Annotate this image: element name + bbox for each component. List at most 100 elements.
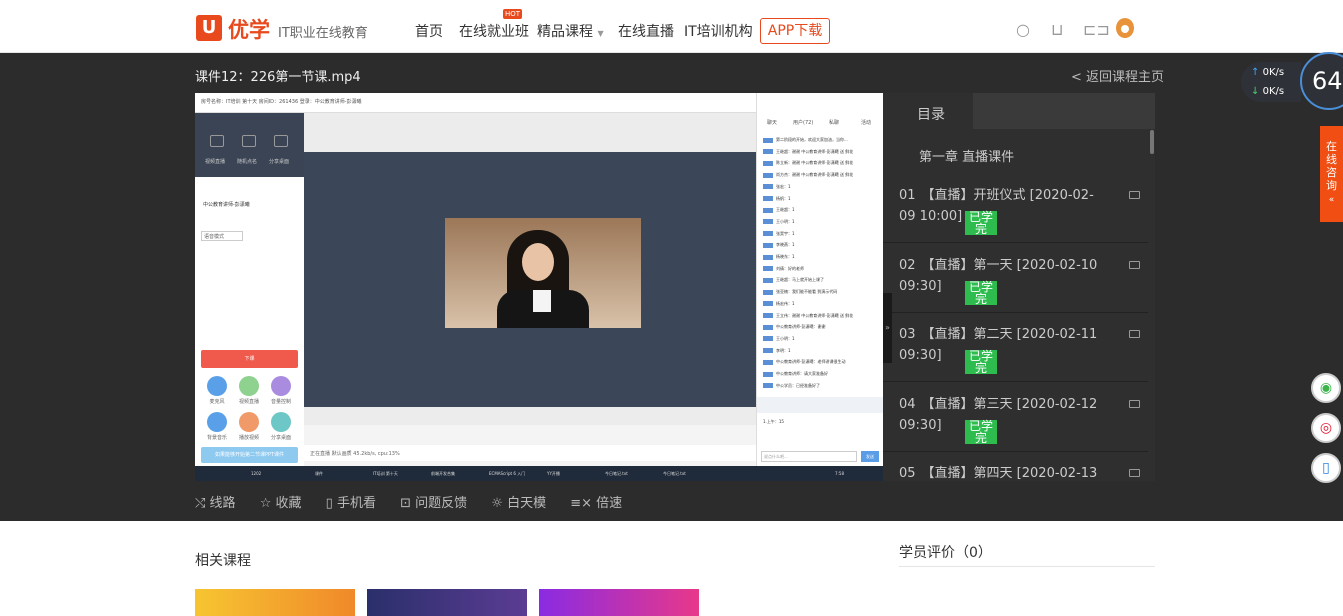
completed-badge: 已学完 — [965, 211, 997, 235]
play-video-icon — [239, 412, 259, 432]
lesson-item[interactable]: 02 【直播】第一天 [2020-02-10 09:30] 已学完 — [883, 243, 1148, 313]
course-catalog: 目录 第一章 直播课件 01 【直播】开班仪式 [2020-02-09 10:00… — [883, 93, 1155, 481]
logo-name[interactable]: 优学 — [228, 14, 270, 44]
chat-message: 陈立新：谢谢 中公教育讲师-彭潇曦 送 鲜花 — [763, 160, 881, 166]
completed-badge: 已学完 — [965, 280, 997, 305]
user-level-icon — [763, 371, 773, 377]
catalog-tabs: 目录 — [883, 93, 1155, 129]
video-player[interactable]: 房号名称：IT培训 第十天 房间ID：261436 登录：中公教育讲师-彭潇曦 … — [195, 93, 883, 481]
chat-message: 王继超：谢谢 中公教育讲师-彭潇曦 送 鲜花 — [763, 149, 881, 155]
lesson-title: 01 【直播】开班仪式 [2020-02-09 10:00] — [899, 185, 1109, 227]
user-level-icon — [763, 149, 773, 155]
nav-premium-courses[interactable]: 精品课程 ▼ — [537, 21, 604, 41]
avatar[interactable] — [1116, 18, 1134, 38]
share-screen-icon — [271, 412, 291, 432]
user-level-icon — [763, 336, 773, 342]
video-camera-icon — [1129, 260, 1140, 269]
day-mode-button[interactable]: ☼ 白天模 — [491, 496, 546, 511]
lesson-item[interactable]: 01 【直播】开班仪式 [2020-02-09 10:00] 已学完 — [883, 173, 1148, 243]
collapse-catalog-button[interactable]: » — [883, 293, 892, 363]
taskbar-clock: 7:58 — [835, 471, 844, 476]
chat-input-value: 1.上午：15 — [763, 419, 784, 424]
taskbar-item: YY开播 — [547, 471, 560, 476]
user-level-icon — [763, 266, 773, 272]
user-level-icon — [763, 277, 773, 283]
chat-message: 杨帆：1 — [763, 196, 881, 202]
lesson-title: 02 【直播】第一天 [2020-02-10 09:30] — [899, 255, 1109, 297]
user-level-icon — [763, 301, 773, 307]
route-button[interactable]: ⤭ 线路 — [195, 496, 236, 511]
chat-tab: 用户(72) — [793, 120, 814, 126]
taskbar-item: 1202 — [251, 471, 262, 476]
user-level-icon — [763, 160, 773, 166]
app-download-button[interactable]: APP下载 — [760, 18, 830, 44]
upload-speed: ↑ 0K/s — [1251, 67, 1285, 78]
user-level-icon — [763, 219, 773, 225]
hot-badge: HOT — [503, 9, 523, 19]
chat-input: 说点什么吧... — [761, 451, 857, 462]
screen-left-tabs: 视频直播 随机点名 分享桌面 — [195, 113, 304, 177]
screen-tab-label: 分享桌面 — [269, 159, 290, 165]
chat-tab: 活动 — [861, 120, 872, 126]
user-level-icon — [763, 207, 773, 213]
favorite-button[interactable]: ☆ 收藏 — [260, 496, 302, 511]
logo-mark[interactable]: U — [196, 15, 222, 41]
online-consult-button[interactable]: 在线咨询 « — [1320, 126, 1343, 222]
lesson-item[interactable]: 03 【直播】第二天 [2020-02-11 09:30] 已学完 — [883, 312, 1148, 382]
video-camera-icon — [1129, 191, 1140, 199]
chat-message: 杨宏伟：1 — [763, 301, 881, 307]
chat-message: 李晓燕：1 — [763, 242, 881, 248]
microphone-icon — [207, 376, 227, 396]
nav-employment-class[interactable]: 在线就业班 — [459, 21, 529, 41]
wechat-icon[interactable]: ◉ — [1311, 373, 1341, 403]
video-icon — [239, 376, 259, 396]
screen-status-bar: 正在直播 默认画质 45.2kb/s, cpu:13% — [304, 445, 756, 461]
lesson-item[interactable]: 05 【直播】第四天 [2020-02-13 — [883, 451, 1148, 481]
taskbar-item: 课件 — [315, 471, 323, 476]
chat-tab: 私聊 — [829, 120, 840, 126]
chat-tabs: 聊天 用户(72) 私聊 活动 — [757, 115, 883, 129]
nav-premium-label: 精品课程 — [537, 24, 593, 40]
chat-message: 李明：1 — [763, 348, 881, 354]
volume-icon — [271, 376, 291, 396]
nav-live[interactable]: 在线直播 — [618, 21, 674, 41]
user-level-icon — [763, 289, 773, 295]
logo-subtitle: IT职业在线教育 — [278, 26, 368, 41]
lesson-number: 02 — [899, 257, 916, 273]
user-level-icon — [763, 348, 773, 354]
related-courses-title: 相关课程 — [195, 553, 251, 569]
feedback-button[interactable]: ⊡ 问题反馈 — [400, 496, 467, 511]
lesson-title: 05 【直播】第四天 [2020-02-13 — [899, 463, 1109, 481]
user-level-icon — [763, 313, 773, 318]
reviews-divider — [899, 566, 1155, 567]
user-level-icon — [763, 137, 773, 143]
related-course-thumbnail[interactable] — [539, 589, 699, 616]
search-icon[interactable]: ○ — [1016, 20, 1030, 39]
catalog-scrollbar[interactable] — [1150, 130, 1154, 154]
related-course-thumbnail[interactable] — [367, 589, 527, 616]
chat-message: 王继超：1 — [763, 207, 881, 213]
chat-message: 王小明：1 — [763, 336, 881, 342]
weibo-icon[interactable]: ◎ — [1311, 413, 1341, 443]
video-camera-icon — [1129, 469, 1140, 477]
screen-ppt-button: 如果能够开始第二节课PPT课件 — [201, 447, 298, 463]
tab-catalog[interactable]: 目录 — [883, 93, 973, 129]
scan-icon[interactable]: ⊏⊐ — [1083, 20, 1110, 39]
user-level-icon — [763, 324, 773, 330]
mobile-watch-button[interactable]: ▯ 手机看 — [326, 496, 376, 511]
chat-message: 中公教育讲师-彭潇曦：谢谢 — [763, 324, 881, 330]
taskbar-item: 前端开发合集 — [431, 471, 455, 476]
screen-mode-select: 语音模式 — [201, 231, 243, 241]
chat-message: 第二阶段的开始，欢迎大家加油，当你... — [763, 137, 881, 143]
speed-button[interactable]: ≡× 倍速 — [570, 496, 622, 511]
chat-message: 王小明：1 — [763, 219, 881, 225]
nav-home[interactable]: 首页 — [415, 21, 443, 41]
chat-send-button: 发送 — [861, 451, 879, 462]
back-to-course-link[interactable]: < 返回课程主页 — [1071, 66, 1164, 85]
chat-message: 张宏：1 — [763, 184, 881, 190]
nav-training-org[interactable]: IT培训机构 — [684, 21, 753, 41]
lesson-item[interactable]: 04 【直播】第三天 [2020-02-12 09:30] 已学完 — [883, 382, 1148, 452]
mobile-icon[interactable]: ▯ — [1311, 453, 1341, 483]
related-course-thumbnail[interactable] — [195, 589, 355, 616]
cart-icon[interactable]: ⊔ — [1051, 20, 1063, 39]
